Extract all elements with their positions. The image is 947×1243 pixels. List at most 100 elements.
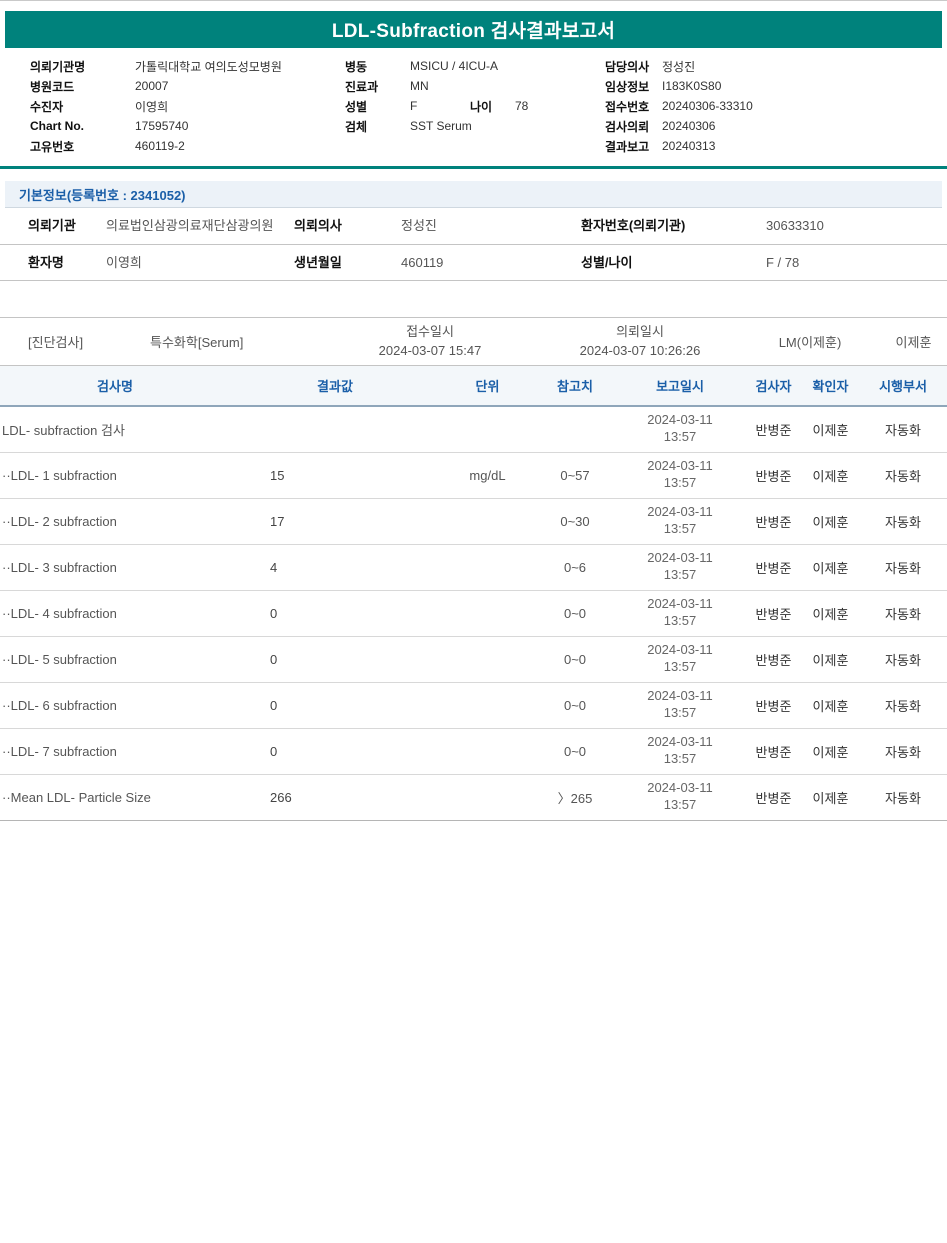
result-row: ··LDL- 4 subfraction00~02024-03-1113:57반…	[0, 590, 947, 636]
test-name: ··LDL- 6 subfraction	[0, 682, 230, 728]
exam-section-row: [진단검사] 특수화학[Serum] 접수일시 2024-03-07 15:47…	[0, 317, 947, 366]
info-label: 의뢰기관	[0, 208, 102, 244]
department: 자동화	[859, 636, 947, 682]
info-label: 검사의뢰	[605, 118, 662, 135]
tester: 반병준	[745, 544, 802, 590]
basic-info-header: 기본정보(등록번호 : 2341052)	[5, 181, 942, 208]
info-value: MSICU / 4ICU-A	[410, 59, 498, 73]
header-info-row: 의뢰기관명가톨릭대학교 여의도성모병원	[30, 56, 282, 76]
department: 자동화	[859, 774, 947, 820]
info-label: 생년월일	[290, 244, 397, 281]
reference-range: 0~0	[535, 682, 615, 728]
header-info-row: 진료과MN	[345, 76, 575, 96]
request-label: 의뢰일시	[540, 323, 740, 341]
column-header: 단위	[440, 366, 535, 406]
confirmer: 이제훈	[802, 682, 859, 728]
info-label: 환자명	[0, 244, 102, 281]
header-info-row: 결과보고20240313	[605, 136, 753, 156]
info-label: 병원코드	[30, 78, 135, 95]
info-label: 의뢰의사	[290, 208, 397, 244]
department: 자동화	[859, 728, 947, 774]
report-time: 13:57	[615, 613, 745, 630]
header-info-right-column: 담당의사정성진임상정보I183K0S80접수번호20240306-33310검사…	[605, 56, 753, 156]
header-info-left-column: 의뢰기관명가톨릭대학교 여의도성모병원병원코드20007수진자이영희Chart …	[30, 56, 282, 156]
report-datetime: 2024-03-1113:57	[615, 498, 745, 544]
result-value	[230, 406, 440, 452]
result-value: 0	[230, 636, 440, 682]
result-value: 0	[230, 728, 440, 774]
department: 자동화	[859, 590, 947, 636]
department: 자동화	[859, 406, 947, 452]
exam-lab: LM(이제훈)	[740, 332, 880, 351]
results-table: 검사명결과값단위참고치보고일시검사자확인자시행부서 LDL- subfracti…	[0, 366, 947, 821]
report-datetime: 2024-03-1113:57	[615, 406, 745, 452]
tester: 반병준	[745, 728, 802, 774]
basic-info-title: 기본정보(등록번호 : 2341052)	[19, 185, 186, 204]
tester: 반병준	[745, 774, 802, 820]
report-date: 2024-03-11	[615, 504, 745, 521]
column-header: 검사명	[0, 366, 230, 406]
report-datetime: 2024-03-1113:57	[615, 544, 745, 590]
result-row: ··LDL- 1 subfraction15mg/dL0~572024-03-1…	[0, 452, 947, 498]
basic-info-table: 의뢰기관의료법인삼광의료재단삼광의원의뢰의사정성진환자번호(의뢰기관)30633…	[0, 208, 947, 281]
report-date: 2024-03-11	[615, 596, 745, 613]
spacer	[0, 281, 947, 317]
basic-info-row: 환자명이영희생년월일460119성별/나이F / 78	[0, 244, 947, 281]
column-header: 결과값	[230, 366, 440, 406]
info-value: 460119	[397, 244, 577, 281]
result-row: ··Mean LDL- Particle Size266〉2652024-03-…	[0, 774, 947, 820]
report-datetime: 2024-03-1113:57	[615, 636, 745, 682]
info-value: 20240313	[662, 139, 715, 153]
header-info-row: 검체SST Serum	[345, 116, 575, 136]
info-value: 78	[515, 99, 575, 113]
reference-range: 0~57	[535, 452, 615, 498]
header-info-row: 검사의뢰20240306	[605, 116, 753, 136]
unit	[440, 774, 535, 820]
tester: 반병준	[745, 590, 802, 636]
info-label: 나이	[470, 98, 515, 115]
tester: 반병준	[745, 452, 802, 498]
header-info-row: 담당의사정성진	[605, 56, 753, 76]
report-time: 13:57	[615, 429, 745, 446]
info-label: 수진자	[30, 98, 135, 115]
result-value: 266	[230, 774, 440, 820]
report-date: 2024-03-11	[615, 780, 745, 797]
department: 자동화	[859, 544, 947, 590]
header-info-middle-column: 병동MSICU / 4ICU-A진료과MN성별F나이78검체SST Serum	[345, 56, 575, 136]
test-name: ··LDL- 3 subfraction	[0, 544, 230, 590]
report-datetime: 2024-03-1113:57	[615, 728, 745, 774]
report-date: 2024-03-11	[615, 734, 745, 751]
reference-range: 〉265	[535, 774, 615, 820]
receipt-datetime-block: 접수일시 2024-03-07 15:47	[320, 323, 540, 359]
department: 자동화	[859, 682, 947, 728]
reference-range: 0~30	[535, 498, 615, 544]
info-value: F	[410, 99, 470, 113]
info-label: 임상정보	[605, 78, 662, 95]
report-datetime: 2024-03-1113:57	[615, 774, 745, 820]
info-label: 결과보고	[605, 138, 662, 155]
confirmer: 이제훈	[802, 406, 859, 452]
info-value: F / 78	[762, 244, 947, 281]
test-name: LDL- subfraction 검사	[0, 406, 230, 452]
test-name: ··LDL- 5 subfraction	[0, 636, 230, 682]
test-name: ··LDL- 4 subfraction	[0, 590, 230, 636]
result-row: ··LDL- 3 subfraction40~62024-03-1113:57반…	[0, 544, 947, 590]
info-value: 30633310	[762, 208, 947, 244]
result-value: 0	[230, 590, 440, 636]
confirmer: 이제훈	[802, 636, 859, 682]
tester: 반병준	[745, 636, 802, 682]
header-info-row: 병동MSICU / 4ICU-A	[345, 56, 575, 76]
header-info-row: 임상정보I183K0S80	[605, 76, 753, 96]
report-date: 2024-03-11	[615, 688, 745, 705]
section-divider	[0, 166, 947, 169]
report-time: 13:57	[615, 659, 745, 676]
unit: mg/dL	[440, 452, 535, 498]
confirmer: 이제훈	[802, 498, 859, 544]
column-header: 확인자	[802, 366, 859, 406]
info-label: 성별	[345, 98, 410, 115]
receipt-label: 접수일시	[320, 323, 540, 341]
result-row: ··LDL- 7 subfraction00~02024-03-1113:57반…	[0, 728, 947, 774]
info-label: 성별/나이	[577, 244, 762, 281]
header-info-row: 성별F나이78	[345, 96, 575, 116]
info-label: 환자번호(의뢰기관)	[577, 208, 762, 244]
